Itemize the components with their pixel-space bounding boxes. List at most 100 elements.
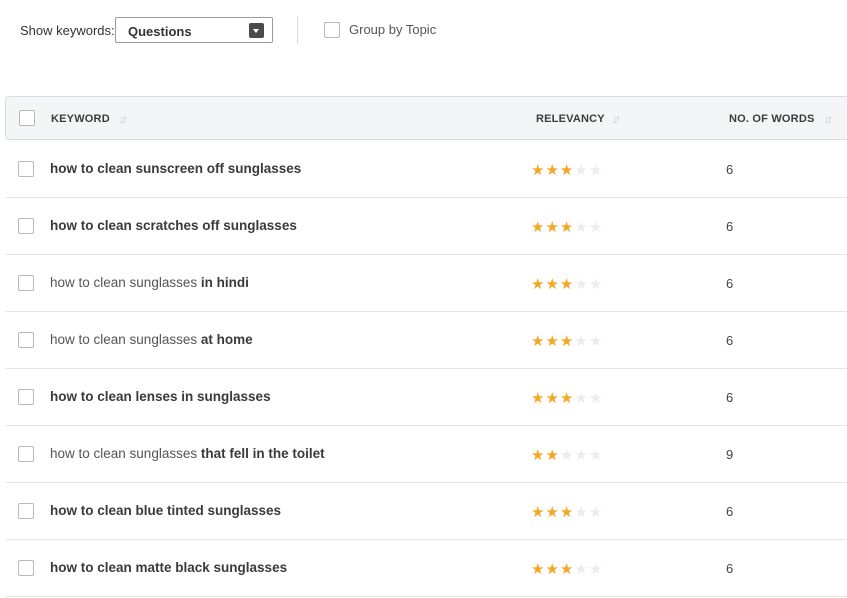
select-all-checkbox[interactable] — [19, 110, 35, 126]
table-row[interactable]: how to clean sunglasses that fell in the… — [5, 426, 847, 483]
relevancy-rating: ★★★★★ — [531, 275, 603, 293]
star-icon: ★ — [559, 276, 575, 293]
relevancy-rating: ★★★★★ — [531, 389, 603, 407]
keyword-text: how to clean sunglasses at home — [50, 332, 253, 347]
keyword-text: how to clean sunscreen off sunglasses — [50, 161, 301, 176]
row-checkbox[interactable] — [18, 560, 34, 576]
star-icon: ★ — [545, 447, 560, 464]
show-keywords-label: Show keywords: — [20, 23, 115, 38]
star-icon: ★ — [545, 390, 560, 407]
table-row[interactable]: how to clean scratches off sunglasses ★★★… — [5, 198, 847, 255]
star-icon: ★ — [545, 504, 560, 521]
sort-icon[interactable]: ↓↑ — [824, 112, 833, 126]
table-row[interactable]: how to clean sunglasses at home ★★★★★ 6 — [5, 312, 847, 369]
keyword-modifier: how to clean scratches off sunglasses — [50, 218, 297, 233]
keyword-modifier: in hindi — [200, 275, 249, 290]
word-count: 6 — [726, 162, 734, 177]
star-icon: ★ — [574, 504, 589, 521]
keyword-modifier: how to clean blue tinted sunglasses — [50, 503, 282, 518]
star-icon: ★ — [559, 561, 575, 578]
keyword-modifier: how to clean matte black sunglasses — [50, 560, 288, 575]
star-icon: ★ — [531, 504, 546, 521]
keyword-text: how to clean sunglasses in hindi — [50, 275, 249, 290]
column-header-words[interactable]: NO. OF WORDS — [729, 113, 815, 125]
star-icon: ★ — [559, 447, 575, 464]
star-icon: ★ — [545, 276, 560, 293]
star-icon: ★ — [588, 219, 604, 236]
relevancy-rating: ★★★★★ — [531, 218, 603, 236]
star-icon: ★ — [588, 333, 604, 350]
group-by-topic-label[interactable]: Group by Topic — [349, 22, 436, 37]
table-row[interactable]: how to clean lenses in sunglasses ★★★★★ 6 — [5, 369, 847, 426]
keyword-base: how to clean sunglasses — [50, 446, 201, 461]
star-icon: ★ — [531, 333, 546, 350]
star-icon: ★ — [574, 333, 589, 350]
table-row[interactable]: how to clean blue tinted sunglasses ★★★★★… — [5, 483, 847, 540]
group-by-topic-checkbox[interactable] — [324, 22, 340, 38]
row-checkbox[interactable] — [18, 332, 34, 348]
keyword-modifier: that fell in the toilet — [200, 446, 325, 461]
keyword-text: how to clean scratches off sunglasses — [50, 218, 297, 233]
sort-icon[interactable]: ↓↑ — [612, 112, 621, 126]
column-header-relevancy[interactable]: RELEVANCY — [536, 113, 605, 125]
word-count: 6 — [726, 504, 734, 519]
star-icon: ★ — [559, 390, 575, 407]
keyword-modifier: how to clean sunscreen off sunglasses — [50, 161, 302, 176]
star-icon: ★ — [559, 219, 575, 236]
relevancy-rating: ★★★★★ — [531, 446, 603, 464]
row-checkbox[interactable] — [18, 275, 34, 291]
keyword-base: how to clean sunglasses — [50, 275, 201, 290]
star-icon: ★ — [559, 504, 575, 521]
keyword-modifier: how to clean lenses in sunglasses — [50, 389, 271, 404]
star-icon: ★ — [545, 219, 560, 236]
star-icon: ★ — [574, 276, 589, 293]
star-icon: ★ — [574, 219, 589, 236]
row-checkbox[interactable] — [18, 161, 34, 177]
star-icon: ★ — [574, 561, 589, 578]
relevancy-rating: ★★★★★ — [531, 161, 603, 179]
keyword-text: how to clean matte black sunglasses — [50, 560, 287, 575]
column-header-keyword[interactable]: KEYWORD — [51, 113, 110, 125]
keyword-base: how to clean sunglasses — [50, 332, 201, 347]
keyword-toolbar: Show keywords: Questions Group by Topic — [0, 0, 847, 62]
table-header: KEYWORD ↓↑ RELEVANCY ↓↑ NO. OF WORDS ↓↑ — [5, 96, 847, 140]
star-icon: ★ — [559, 162, 575, 179]
word-count: 6 — [726, 333, 734, 348]
row-checkbox[interactable] — [18, 218, 34, 234]
relevancy-rating: ★★★★★ — [531, 560, 603, 578]
word-count: 6 — [726, 219, 734, 234]
sort-icon[interactable]: ↓↑ — [119, 112, 128, 126]
star-icon: ★ — [545, 561, 560, 578]
star-icon: ★ — [574, 162, 589, 179]
table-row[interactable]: how to clean sunglasses in hindi ★★★★★ 6 — [5, 255, 847, 312]
table-row[interactable]: how to clean sunscreen off sunglasses ★★★… — [5, 141, 847, 198]
star-icon: ★ — [531, 162, 546, 179]
keyword-text: how to clean lenses in sunglasses — [50, 389, 271, 404]
row-checkbox[interactable] — [18, 503, 34, 519]
row-checkbox[interactable] — [18, 389, 34, 405]
star-icon: ★ — [531, 390, 546, 407]
row-checkbox[interactable] — [18, 446, 34, 462]
word-count: 9 — [726, 447, 734, 462]
star-icon: ★ — [588, 162, 604, 179]
star-icon: ★ — [588, 390, 604, 407]
star-icon: ★ — [588, 504, 604, 521]
relevancy-rating: ★★★★★ — [531, 503, 603, 521]
star-icon: ★ — [588, 447, 604, 464]
star-icon: ★ — [531, 219, 546, 236]
star-icon: ★ — [531, 561, 546, 578]
star-icon: ★ — [574, 447, 589, 464]
star-icon: ★ — [545, 333, 560, 350]
keyword-text: how to clean blue tinted sunglasses — [50, 503, 281, 518]
star-icon: ★ — [588, 561, 604, 578]
star-icon: ★ — [559, 333, 575, 350]
word-count: 6 — [726, 276, 734, 291]
word-count: 6 — [726, 561, 734, 576]
table-row[interactable]: how to clean matte black sunglasses ★★★★★… — [5, 540, 847, 597]
dropdown-arrow-icon[interactable] — [249, 23, 264, 38]
star-icon: ★ — [588, 276, 604, 293]
word-count: 6 — [726, 390, 734, 405]
toolbar-divider — [297, 16, 298, 44]
keyword-type-select[interactable]: Questions — [115, 17, 273, 43]
keyword-text: how to clean sunglasses that fell in the… — [50, 446, 325, 461]
